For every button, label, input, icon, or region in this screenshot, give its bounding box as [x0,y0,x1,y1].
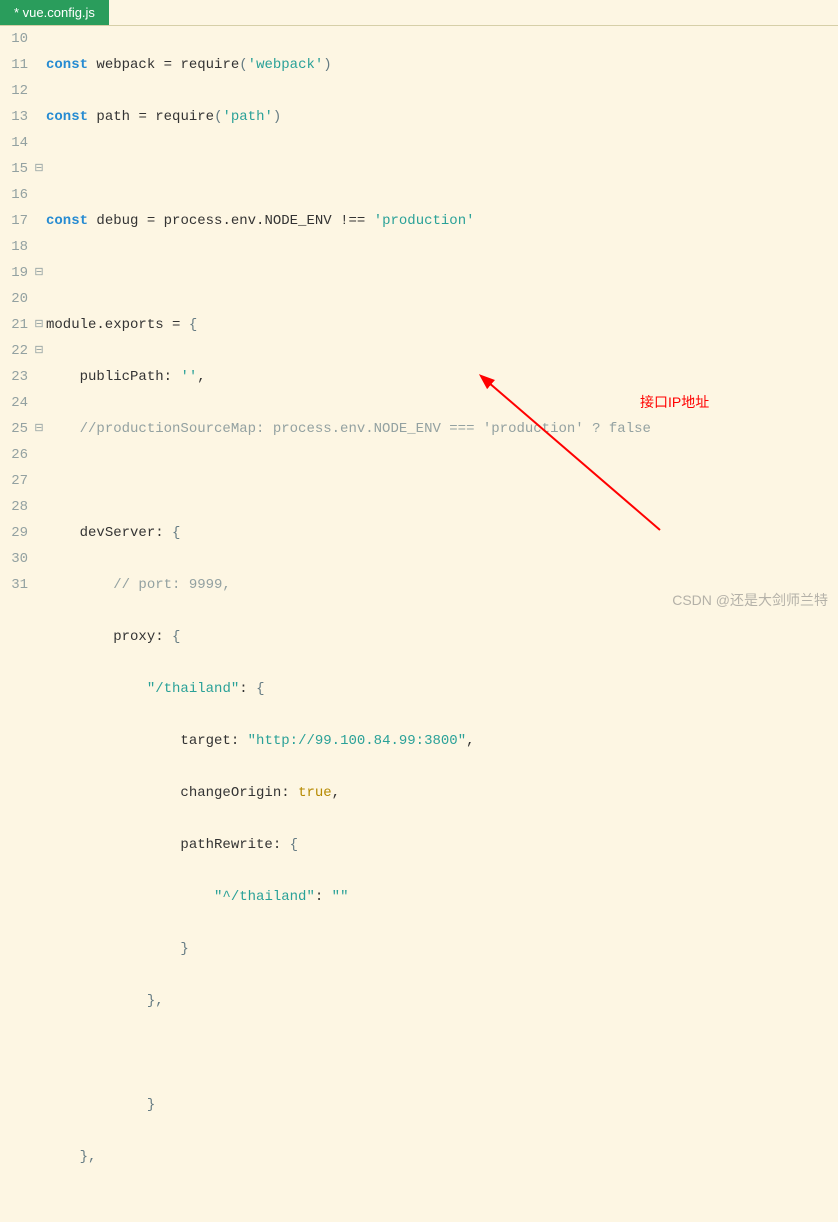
line-number: 29 [0,520,28,546]
line-number: 17 [0,208,28,234]
tab-title: * vue.config.js [14,5,95,20]
line-number: 21 [0,312,28,338]
line-number: 20 [0,286,28,312]
line-number: 31 [0,572,28,598]
line-number: 27 [0,468,28,494]
line-number: 25 [0,416,28,442]
line-number: 12 [0,78,28,104]
watermark: CSDN @还是大剑师兰特 [672,590,828,610]
fold-icon[interactable]: ⊟ [32,338,46,364]
fold-icon[interactable]: ⊟ [32,156,46,182]
line-number: 19 [0,260,28,286]
line-gutter: 10 11 12 13 14 15 16 17 18 19 20 21 22 2… [0,26,32,1222]
line-number: 22 [0,338,28,364]
code-editor[interactable]: 10 11 12 13 14 15 16 17 18 19 20 21 22 2… [0,26,838,1222]
fold-icon[interactable]: ⊟ [32,416,46,442]
line-number: 11 [0,52,28,78]
fold-icon[interactable]: ⊟ [32,260,46,286]
code-content[interactable]: const webpack = require('webpack') const… [46,26,838,1222]
line-number: 24 [0,390,28,416]
fold-column: ⊟ ⊟ ⊟ ⊟ ⊟ [32,26,46,1222]
line-number: 16 [0,182,28,208]
line-number: 28 [0,494,28,520]
file-tab[interactable]: * vue.config.js [0,0,109,25]
fold-icon[interactable]: ⊟ [32,312,46,338]
line-number: 13 [0,104,28,130]
line-number: 10 [0,26,28,52]
line-number: 30 [0,546,28,572]
line-number: 15 [0,156,28,182]
tab-bar: * vue.config.js [0,0,838,26]
line-number: 23 [0,364,28,390]
line-number: 14 [0,130,28,156]
line-number: 26 [0,442,28,468]
line-number: 18 [0,234,28,260]
annotation-label: 接口IP地址 [640,392,709,412]
